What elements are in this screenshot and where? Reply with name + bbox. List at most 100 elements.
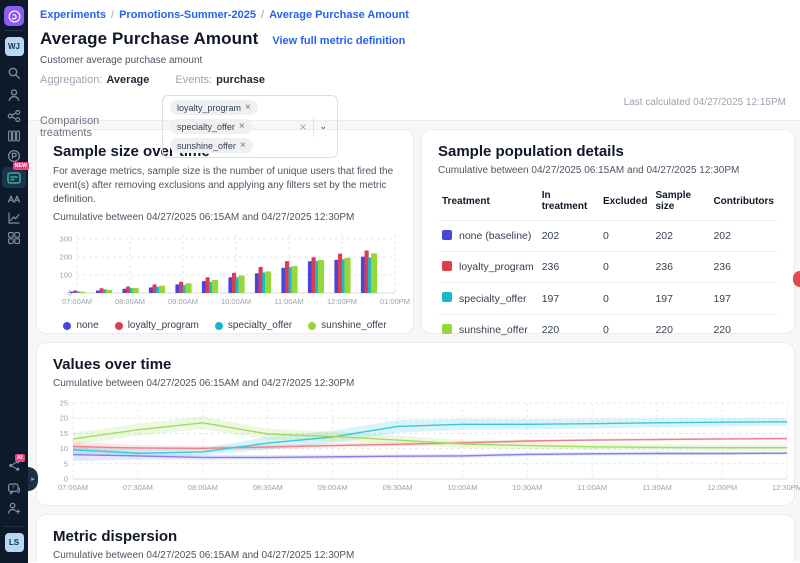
treatment-color-swatch — [442, 261, 452, 271]
population-card: Sample population details Cumulative bet… — [421, 129, 795, 334]
workspace-avatar[interactable]: WJ — [0, 37, 28, 56]
excluded-value: 0 — [599, 283, 651, 314]
metrics-chart-icon[interactable] — [0, 211, 28, 225]
table-header: Sample size — [651, 186, 709, 221]
invite-user-icon[interactable] — [0, 501, 28, 515]
table-row: sunshine_offer 220 0 220 220 — [438, 314, 778, 345]
ai-badge: AI — [15, 454, 25, 462]
svg-text:12:00PM: 12:00PM — [327, 297, 357, 306]
breadcrumb: Experiments/Promotions-Summer-2025/Avera… — [40, 9, 786, 21]
in-treatment-value: 202 — [538, 221, 599, 252]
metric-dispersion-card: Metric dispersion Cumulative between 04/… — [36, 514, 795, 562]
apps-grid-icon[interactable] — [0, 231, 28, 245]
legend-dot — [215, 322, 223, 330]
population-cumulative: Cumulative between 04/27/2025 06:15AM an… — [438, 165, 778, 176]
view-metric-definition-link[interactable]: View full metric definition — [272, 35, 405, 47]
page-header: Experiments/Promotions-Summer-2025/Avera… — [28, 0, 800, 121]
sample-size-value: 236 — [651, 252, 709, 283]
pulse-icon[interactable] — [0, 149, 28, 163]
sample-size-bar-chart[interactable]: 010020030007:00AM08:00AM09:00AM10:00AM11… — [53, 231, 399, 319]
user-avatar[interactable]: LS — [0, 533, 28, 552]
search-icon[interactable] — [0, 66, 28, 80]
values-line-chart[interactable]: 051015202507:00AM07:30AM08:00AM08:30AM09… — [53, 397, 791, 501]
in-treatment-value: 197 — [538, 283, 599, 314]
clear-all-icon[interactable]: × — [294, 120, 311, 134]
svg-text:11:00AM: 11:00AM — [274, 297, 303, 306]
in-treatment-value: 236 — [538, 252, 599, 283]
aggregation-value: Average — [106, 74, 149, 86]
svg-text:09:30AM: 09:30AM — [383, 483, 413, 492]
svg-text:07:00AM: 07:00AM — [62, 297, 92, 306]
workspace-initials: WJ — [5, 37, 24, 56]
breadcrumb-metric-name[interactable]: Average Purchase Amount — [269, 9, 409, 21]
svg-text:12:00PM: 12:00PM — [707, 483, 737, 492]
comparison-treatments-label: Comparison treatments — [40, 115, 148, 139]
sample-size-value: 220 — [651, 314, 709, 345]
members-icon[interactable] — [0, 88, 28, 102]
chip-remove-icon[interactable]: × — [245, 102, 251, 113]
treatment-chip[interactable]: sunshine_offer× — [170, 138, 253, 153]
svg-text:10: 10 — [60, 444, 68, 453]
right-drawer-handle[interactable] — [793, 271, 800, 287]
svg-text:09:00AM: 09:00AM — [168, 297, 198, 306]
treatment-chips: loyalty_program× specialty_offer× sunshine… — [170, 100, 294, 153]
table-header: In treatment — [538, 186, 599, 221]
left-sidebar: WJ NEW — [0, 0, 28, 563]
table-row: none (baseline) 202 0 202 202 — [438, 221, 778, 252]
legend-item[interactable]: loyalty_program — [115, 320, 199, 331]
table-row: specialty_offer 197 0 197 197 — [438, 283, 778, 314]
content-scroll-area[interactable]: Sample size over time For average metric… — [28, 121, 800, 562]
excluded-value: 0 — [599, 314, 651, 345]
svg-text:08:00AM: 08:00AM — [188, 483, 218, 492]
support-chat-icon[interactable]: ? — [0, 482, 28, 496]
population-table-body: none (baseline) 202 0 202 202 loyalty_pr… — [438, 221, 778, 345]
treatment-name: none (baseline) — [459, 230, 531, 242]
aggregation-label: Aggregation: — [40, 74, 102, 86]
svg-text:10:30AM: 10:30AM — [512, 483, 542, 492]
treatments-multiselect[interactable]: loyalty_program× specialty_offer× sunshine… — [162, 95, 338, 158]
dispersion-title: Metric dispersion — [53, 528, 778, 545]
svg-text:100: 100 — [59, 271, 72, 280]
metric-subtitle: Customer average purchase amount — [40, 55, 786, 66]
in-treatment-value: 220 — [538, 314, 599, 345]
chip-remove-icon[interactable]: × — [239, 121, 245, 132]
treatment-name: specialty_offer — [459, 293, 527, 305]
contributors-value: 197 — [709, 283, 778, 314]
sample-size-value: 202 — [651, 221, 709, 252]
treatment-name: loyalty_program — [459, 261, 534, 273]
svg-text:07:30AM: 07:30AM — [123, 483, 153, 492]
svg-text:5: 5 — [64, 459, 68, 468]
sidebar-divider — [5, 526, 23, 527]
statsig-logo-icon — [4, 6, 24, 26]
legend-item[interactable]: none — [63, 320, 98, 331]
chevron-down-icon[interactable]: ⌄ — [316, 121, 330, 132]
breadcrumb-experiments[interactable]: Experiments — [40, 9, 106, 21]
ai-share-icon[interactable]: AI — [0, 459, 28, 472]
events-value: purchase — [216, 74, 265, 86]
sidebar-item-experiments-active[interactable]: NEW — [0, 167, 28, 188]
layers-columns-icon[interactable] — [0, 129, 28, 143]
table-header: Excluded — [599, 186, 651, 221]
app-logo[interactable] — [0, 6, 28, 26]
feature-gates-icon[interactable] — [0, 109, 28, 123]
contributors-value: 220 — [709, 314, 778, 345]
contributors-value: 236 — [709, 252, 778, 283]
svg-text:15: 15 — [60, 429, 68, 438]
population-table-header-row: TreatmentIn treatmentExcludedSample size… — [438, 186, 778, 221]
events-label: Events: — [175, 74, 212, 86]
legend-item[interactable]: specialty_offer — [215, 320, 292, 331]
svg-text:25: 25 — [60, 399, 68, 408]
treatment-name: sunshine_offer — [459, 324, 528, 336]
treatment-color-swatch — [442, 292, 452, 302]
legend-item[interactable]: sunshine_offer — [308, 320, 386, 331]
chip-remove-icon[interactable]: × — [240, 140, 246, 151]
breadcrumb-experiment-name[interactable]: Promotions-Summer-2025 — [119, 9, 256, 21]
sidebar-divider — [5, 30, 23, 31]
excluded-value: 0 — [599, 221, 651, 252]
ab-test-icon[interactable] — [0, 191, 28, 205]
values-cumulative: Cumulative between 04/27/2025 06:15AM an… — [53, 378, 778, 389]
svg-text:01:00PM: 01:00PM — [380, 297, 410, 306]
table-header: Treatment — [438, 186, 538, 221]
treatment-chip[interactable]: specialty_offer× — [170, 119, 252, 134]
treatment-chip[interactable]: loyalty_program× — [170, 100, 258, 115]
